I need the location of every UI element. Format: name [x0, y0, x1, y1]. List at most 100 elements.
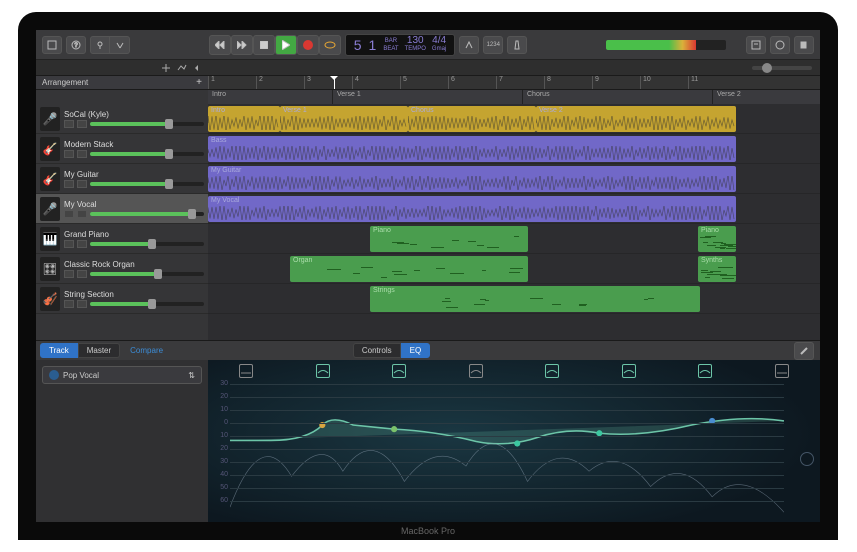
- eq-y-label: 0: [212, 419, 228, 426]
- region[interactable]: Intro: [208, 106, 280, 132]
- eq-band-button[interactable]: [545, 364, 559, 378]
- media-browser-button[interactable]: [794, 36, 814, 54]
- tab-master[interactable]: Master: [78, 343, 120, 358]
- draw-tool-button[interactable]: [794, 342, 814, 360]
- mute-button[interactable]: [64, 240, 74, 248]
- smartcontrols-button[interactable]: [90, 36, 110, 54]
- region[interactable]: My Guitar: [208, 166, 736, 192]
- arrangement-marker[interactable]: Verse 2: [713, 90, 820, 104]
- mute-button[interactable]: [64, 150, 74, 158]
- loops-browser-button[interactable]: [770, 36, 790, 54]
- region[interactable]: Bass: [208, 136, 736, 162]
- region[interactable]: Organ: [290, 256, 528, 282]
- tab-track[interactable]: Track: [40, 343, 78, 358]
- region[interactable]: Piano: [370, 226, 528, 252]
- view-tab-eq[interactable]: EQ: [401, 343, 431, 358]
- volume-slider[interactable]: [90, 122, 204, 126]
- track-header[interactable]: 🎤My Vocal: [36, 194, 208, 224]
- track-icon: 🎛: [40, 257, 60, 281]
- headphones-button[interactable]: [77, 120, 87, 128]
- mute-button[interactable]: [64, 270, 74, 278]
- region[interactable]: Synths: [698, 256, 736, 282]
- tuner-button[interactable]: [459, 36, 479, 54]
- region[interactable]: Verse 1: [280, 106, 408, 132]
- headphones-button[interactable]: [77, 150, 87, 158]
- editors-button[interactable]: [110, 36, 130, 54]
- headphones-button[interactable]: [77, 300, 87, 308]
- catch-icon[interactable]: [192, 62, 204, 74]
- eq-band-button[interactable]: [775, 364, 789, 378]
- eq-band-button[interactable]: [469, 364, 483, 378]
- eq-band-button[interactable]: [316, 364, 330, 378]
- region[interactable]: Verse 2: [536, 106, 736, 132]
- arrangement-marker[interactable]: Chorus: [523, 90, 713, 104]
- automation-icon[interactable]: [176, 62, 188, 74]
- volume-slider[interactable]: [90, 182, 204, 186]
- countoff-button[interactable]: 1234: [483, 36, 503, 54]
- region-label: Intro: [211, 107, 277, 114]
- mute-button[interactable]: [64, 120, 74, 128]
- region[interactable]: Strings: [370, 286, 700, 312]
- headphones-button[interactable]: [77, 270, 87, 278]
- volume-slider[interactable]: [90, 272, 204, 276]
- eq-graph[interactable]: 302010010203040506020501002005001k2k5k10…: [230, 384, 784, 518]
- view-tab-controls[interactable]: Controls: [353, 343, 401, 358]
- rewind-button[interactable]: [209, 35, 231, 55]
- region[interactable]: Piano: [698, 226, 736, 252]
- stop-button[interactable]: [253, 35, 275, 55]
- track-header[interactable]: 🎤SoCal (Kyle): [36, 104, 208, 134]
- mute-button[interactable]: [64, 300, 74, 308]
- eq-y-label: 40: [212, 471, 228, 478]
- arrangement-marker[interactable]: Verse 1: [333, 90, 523, 104]
- track-header[interactable]: 🎸My Guitar: [36, 164, 208, 194]
- track-header[interactable]: 🎻String Section: [36, 284, 208, 314]
- eq-band-button[interactable]: [698, 364, 712, 378]
- power-icon[interactable]: [49, 370, 59, 380]
- track-header[interactable]: 🎸Modern Stack: [36, 134, 208, 164]
- forward-button[interactable]: [231, 35, 253, 55]
- track-header[interactable]: 🎹Grand Piano: [36, 224, 208, 254]
- eq-y-label: 60: [212, 497, 228, 504]
- headphones-button[interactable]: [77, 240, 87, 248]
- volume-slider[interactable]: [90, 212, 204, 216]
- arrangement-header: Arrangement + IntroVerse 1ChorusVerse 2 …: [36, 76, 820, 90]
- track-header[interactable]: 🎛Classic Rock Organ: [36, 254, 208, 284]
- eq-band-button[interactable]: [622, 364, 636, 378]
- mute-button[interactable]: [64, 210, 74, 218]
- add-marker-button[interactable]: +: [196, 77, 202, 88]
- play-button[interactable]: [275, 35, 297, 55]
- region-label: Organ: [293, 257, 525, 264]
- master-volume[interactable]: [606, 40, 726, 50]
- playhead[interactable]: [334, 76, 335, 89]
- time-sig[interactable]: 4/4: [432, 37, 446, 45]
- headphones-button[interactable]: [77, 210, 87, 218]
- key-sig[interactable]: Gmaj: [432, 45, 446, 53]
- lcd-display[interactable]: 5 1 BARBEAT 130TEMPO 4/4Gmaj: [345, 34, 456, 56]
- quickhelp-button[interactable]: ?: [66, 36, 86, 54]
- timeline-ruler[interactable]: IntroVerse 1ChorusVerse 2 1234567891011: [208, 76, 820, 89]
- library-button[interactable]: [42, 36, 62, 54]
- metronome-button[interactable]: [507, 36, 527, 54]
- region[interactable]: My Vocal: [208, 196, 736, 222]
- tempo-value[interactable]: 130: [407, 37, 424, 45]
- track-lanes[interactable]: IntroVerse 1ChorusVerse 2 Bass My Guitar My…: [208, 104, 820, 340]
- eq-band-button[interactable]: [239, 364, 253, 378]
- volume-slider[interactable]: [90, 242, 204, 246]
- eq-band-button[interactable]: [392, 364, 406, 378]
- preset-selector[interactable]: Pop Vocal ⇅: [42, 366, 202, 384]
- record-button[interactable]: [297, 35, 319, 55]
- horizontal-zoom[interactable]: [208, 60, 820, 75]
- eq-y-label: 20: [212, 393, 228, 400]
- notepad-button[interactable]: [746, 36, 766, 54]
- headphones-button[interactable]: [77, 180, 87, 188]
- compare-button[interactable]: Compare: [124, 344, 169, 357]
- mute-button[interactable]: [64, 180, 74, 188]
- gain-knob[interactable]: [800, 452, 814, 466]
- volume-slider[interactable]: [90, 302, 204, 306]
- add-track-button[interactable]: [160, 62, 172, 74]
- eq-panel[interactable]: 302010010203040506020501002005001k2k5k10…: [208, 360, 820, 524]
- volume-slider[interactable]: [90, 152, 204, 156]
- cycle-button[interactable]: [319, 35, 341, 55]
- arrangement-marker[interactable]: Intro: [208, 90, 333, 104]
- region[interactable]: Chorus: [408, 106, 536, 132]
